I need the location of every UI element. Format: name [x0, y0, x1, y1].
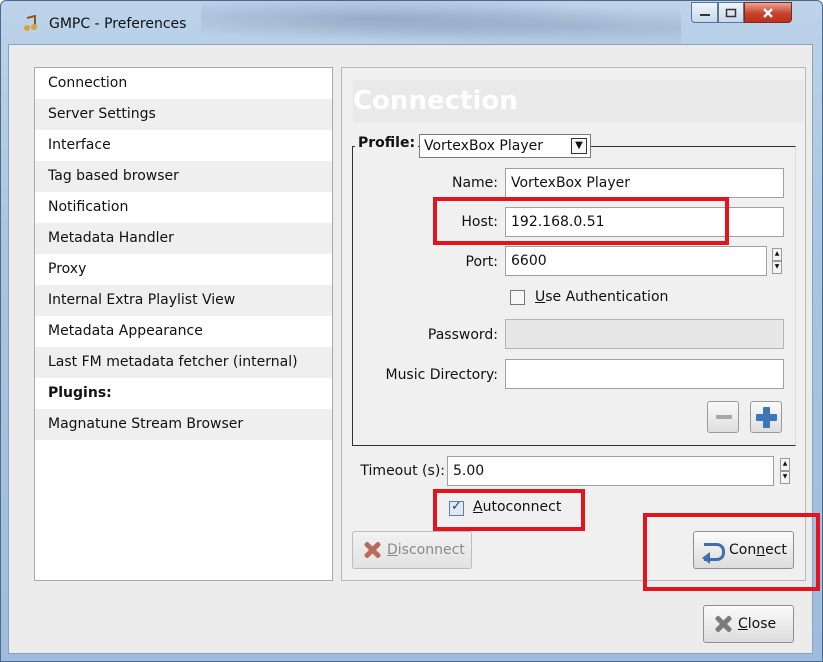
remove-profile-button[interactable]: [707, 401, 739, 433]
profile-select-value: VortexBox Player: [424, 138, 543, 154]
maximize-icon: [725, 8, 737, 17]
password-field[interactable]: [505, 319, 784, 349]
profile-select[interactable]: VortexBox Player ▼: [419, 134, 591, 158]
disconnect-icon: [361, 539, 383, 561]
close-button[interactable]: Close: [703, 605, 794, 643]
pane-heading: Connection: [353, 80, 804, 122]
profile-label: Profile:: [355, 135, 419, 151]
port-spinner[interactable]: ▲ ▼: [772, 248, 782, 274]
connect-rest: ect: [765, 542, 787, 558]
connect-icon: [702, 539, 726, 564]
host-label: Host:: [461, 214, 498, 230]
title-bar[interactable]: GMPC - Preferences: [1, 1, 822, 45]
minimize-icon: [699, 13, 710, 16]
use-authentication-rest: se Authentication: [545, 289, 669, 305]
maximize-button[interactable]: [718, 2, 744, 23]
name-field[interactable]: VortexBox Player: [505, 168, 784, 198]
connect-prefix: Con: [729, 542, 757, 558]
preferences-category-list: Connection Server Settings Interface Tag…: [34, 67, 333, 581]
timeout-spinner[interactable]: ▲ ▼: [780, 458, 790, 484]
checkmark-icon: ✓: [451, 499, 462, 514]
category-tag-based-browser[interactable]: Tag based browser: [35, 161, 332, 192]
window-close-button[interactable]: [744, 2, 792, 23]
spin-down-icon[interactable]: ▼: [780, 471, 790, 484]
connect-label: Connect: [729, 542, 787, 558]
minimize-button[interactable]: [691, 2, 718, 23]
category-interface[interactable]: Interface: [35, 130, 332, 161]
use-authentication-label: Use Authentication: [535, 289, 668, 305]
category-proxy[interactable]: Proxy: [35, 254, 332, 285]
port-field[interactable]: 6600: [505, 246, 767, 276]
category-metadata-appearance[interactable]: Metadata Appearance: [35, 316, 332, 347]
close-mnemonic: C: [738, 616, 748, 632]
category-magnatune-stream-browser[interactable]: Magnatune Stream Browser: [35, 409, 332, 440]
chevron-down-icon[interactable]: ▼: [571, 138, 587, 154]
close-rest: lose: [747, 616, 777, 632]
category-server-settings[interactable]: Server Settings: [35, 99, 332, 130]
password-label: Password:: [427, 327, 498, 343]
category-connection[interactable]: Connection: [35, 68, 332, 99]
spin-up-icon[interactable]: ▲: [772, 248, 782, 261]
spin-up-icon[interactable]: ▲: [780, 458, 790, 471]
music-directory-label: Music Directory:: [385, 367, 498, 383]
autoconnect-checkbox[interactable]: ✓: [449, 499, 464, 516]
category-internal-extra-playlist-view[interactable]: Internal Extra Playlist View: [35, 285, 332, 316]
music-directory-field[interactable]: [505, 359, 784, 389]
use-authentication-mnemonic: U: [535, 289, 546, 305]
disconnect-label: Disconnect: [387, 542, 465, 558]
close-x-icon: [763, 7, 773, 18]
spin-down-icon[interactable]: ▼: [772, 261, 782, 274]
plus-icon-horizontal: [756, 414, 777, 421]
window-title: GMPC - Preferences: [49, 16, 187, 32]
timeout-field[interactable]: 5.00: [447, 456, 774, 486]
disconnect-mnemonic: D: [387, 542, 398, 558]
connect-button[interactable]: Connect: [693, 531, 794, 569]
autoconnect-rest: utoconnect: [482, 499, 562, 515]
disconnect-button[interactable]: Disconnect: [352, 531, 472, 569]
host-field[interactable]: 192.168.0.51: [505, 207, 784, 237]
use-authentication-checkbox[interactable]: [510, 290, 525, 305]
minus-icon: [716, 415, 732, 419]
autoconnect-label: Autoconnect: [473, 499, 561, 515]
category-notification[interactable]: Notification: [35, 192, 332, 223]
title-bar-decoration: [201, 1, 681, 45]
autoconnect-mnemonic: A: [473, 499, 483, 515]
app-icon: [24, 15, 37, 31]
timeout-label: Timeout (s):: [360, 463, 445, 479]
connect-mnemonic: n: [756, 542, 766, 558]
name-label: Name:: [451, 175, 498, 191]
port-label: Port:: [465, 254, 498, 270]
category-metadata-handler[interactable]: Metadata Handler: [35, 223, 332, 254]
close-icon: [712, 613, 734, 635]
category-lastfm-metadata-fetcher[interactable]: Last FM metadata fetcher (internal): [35, 347, 332, 378]
category-plugins-header: Plugins:: [48, 385, 112, 401]
add-profile-button[interactable]: [750, 401, 782, 433]
close-label: Close: [738, 616, 776, 632]
disconnect-rest: isconnect: [397, 542, 465, 558]
